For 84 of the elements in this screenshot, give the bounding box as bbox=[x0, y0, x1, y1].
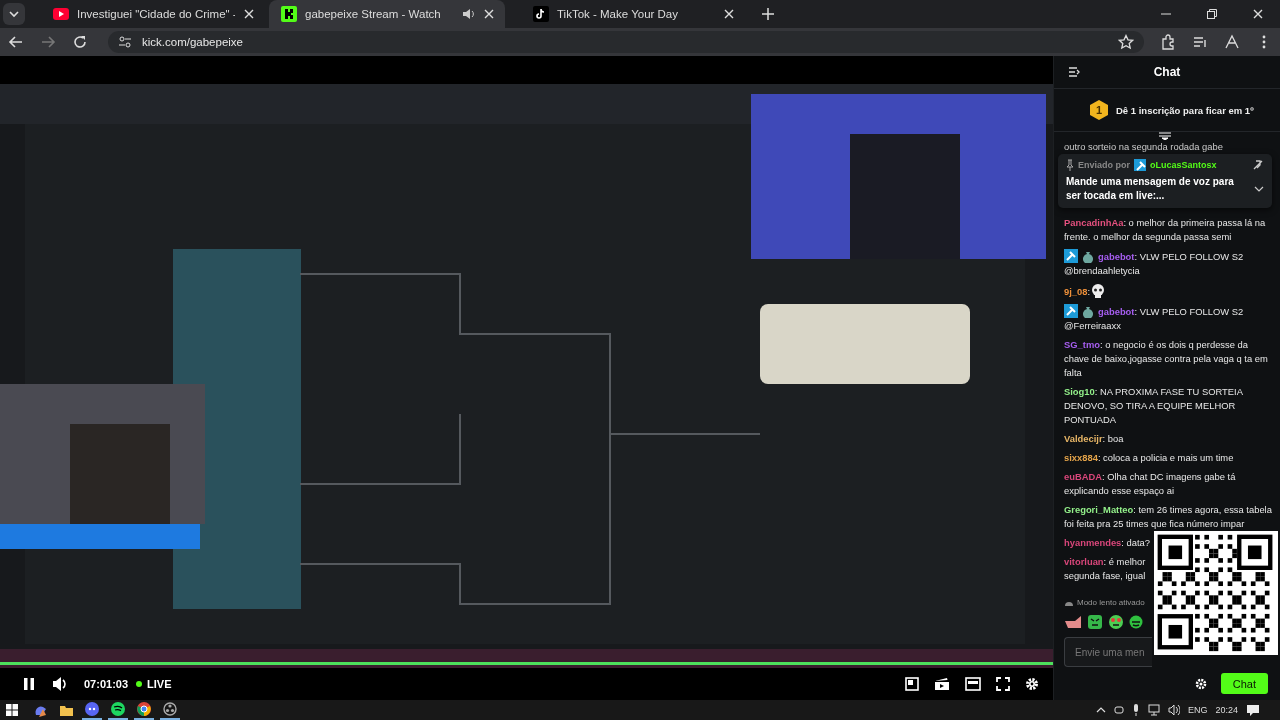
chat-message: 9j_08: bbox=[1064, 283, 1272, 299]
angry-emote-icon[interactable] bbox=[1087, 614, 1103, 630]
tab-list-icon[interactable] bbox=[3, 3, 25, 25]
new-tab-icon[interactable] bbox=[761, 7, 775, 21]
music-app-icon bbox=[111, 702, 125, 716]
chat-message: Siog10: NA PROXIMA FASE TU SORTEIA DENOVO, SO TIRA A EQUIPE MELHOR PONTUADA bbox=[1064, 385, 1244, 427]
tab-title: gabepeixe Stream - Watch bbox=[305, 8, 442, 20]
heart-eyes-emote-icon[interactable] bbox=[1108, 614, 1124, 630]
reload-icon[interactable] bbox=[72, 34, 88, 50]
microphone-icon[interactable] bbox=[1131, 704, 1140, 716]
send-chat-button[interactable]: Chat bbox=[1220, 673, 1268, 694]
site-settings-icon[interactable] bbox=[118, 35, 132, 49]
browser-tab[interactable]: TikTok - Make Your Day bbox=[509, 0, 745, 28]
expand-icon[interactable] bbox=[1254, 186, 1264, 192]
chat-message: outro sorteio na segunda rodada gabe bbox=[1064, 141, 1223, 152]
record-app-icon bbox=[163, 702, 177, 716]
restore-icon[interactable] bbox=[1206, 8, 1218, 20]
close-icon[interactable] bbox=[1252, 8, 1264, 20]
rank-badge: 1 bbox=[1090, 100, 1108, 120]
folder-icon bbox=[59, 703, 73, 717]
scroll-down-icon[interactable] bbox=[1158, 132, 1172, 140]
collapse-chat-icon[interactable] bbox=[1068, 67, 1080, 77]
hammer-badge-icon bbox=[1134, 159, 1146, 171]
volume-icon[interactable] bbox=[52, 676, 68, 692]
browser-tab[interactable]: gabepeixe Stream - Watch bbox=[269, 0, 505, 28]
note-logo-icon bbox=[533, 6, 549, 22]
address-bar[interactable]: kick.com/gabepeixe bbox=[108, 31, 1144, 53]
profile-icon[interactable] bbox=[1224, 34, 1240, 50]
chat-message: hyanmendes: data? bbox=[1064, 536, 1151, 550]
extensions-icon[interactable] bbox=[1160, 34, 1176, 50]
k-logo-icon bbox=[281, 6, 297, 22]
chat-message: sixx884: coloca a policia e mais um time bbox=[1064, 451, 1235, 465]
qr-code-icon bbox=[1154, 531, 1278, 655]
message-field[interactable]: Envie uma men bbox=[1064, 637, 1152, 667]
chat-title: Chat bbox=[1152, 65, 1182, 79]
theater-mode-icon[interactable] bbox=[965, 677, 981, 691]
pinned-label: Enviado por bbox=[1078, 160, 1130, 170]
settings-icon[interactable] bbox=[1194, 677, 1207, 690]
url-text: kick.com/gabepeixe bbox=[142, 36, 243, 48]
slow-mode-notice: Modo lento ativado bbox=[1077, 598, 1145, 607]
taskbar-app[interactable] bbox=[134, 700, 154, 720]
taskbar-app[interactable] bbox=[108, 700, 128, 720]
back-icon[interactable] bbox=[8, 34, 24, 50]
live-indicator: LIVE bbox=[136, 678, 172, 690]
smile-emote-icon[interactable] bbox=[1129, 615, 1143, 629]
taskbar-app[interactable] bbox=[82, 700, 102, 720]
pinned-text: Mande uma mensagem de voz para ser tocada em live:... bbox=[1066, 175, 1235, 203]
network-icon[interactable] bbox=[1147, 704, 1160, 716]
chat-message: Gregori_Matteo: tem 26 times agora, essa tabela foi feita pra 25 times que fica número impar bbox=[1064, 503, 1272, 531]
clock[interactable]: 20:24 bbox=[1215, 705, 1238, 715]
fullscreen-icon[interactable] bbox=[996, 677, 1010, 691]
settings-icon[interactable] bbox=[1025, 677, 1039, 691]
stream-time: 07:01:03 bbox=[84, 678, 129, 690]
close-icon[interactable] bbox=[243, 8, 255, 20]
language-indicator[interactable]: ENG bbox=[1187, 705, 1208, 715]
chat-app-icon bbox=[85, 702, 99, 716]
chat-message: gabebot: VLW PELO FOLLOW S2 @brendaahletycia bbox=[1064, 249, 1245, 278]
volume-icon[interactable] bbox=[1167, 704, 1180, 716]
skull-emote-icon bbox=[1090, 283, 1107, 299]
browser-app-icon bbox=[137, 702, 151, 716]
chevron-up-icon[interactable] bbox=[1095, 707, 1106, 713]
pinned-username: oLucasSantosx bbox=[1150, 160, 1217, 170]
clip-icon[interactable] bbox=[934, 677, 950, 691]
star-icon[interactable] bbox=[1118, 34, 1134, 50]
subscription-prompt[interactable]: Dê 1 inscrição para ficar em 1º bbox=[1116, 104, 1254, 116]
pause-icon[interactable] bbox=[22, 677, 36, 691]
mini-player-icon[interactable] bbox=[905, 677, 919, 691]
close-icon[interactable] bbox=[723, 8, 735, 20]
tab-title: TikTok - Make Your Day bbox=[557, 8, 679, 20]
chat-message: Valdecijr: boa bbox=[1064, 432, 1125, 446]
notifications-icon[interactable] bbox=[1246, 704, 1260, 716]
chat-message: SG_tmo: o negocio é os dois q perdesse da chave de baixo,jogasse contra pela vaga q ta em falta bbox=[1064, 338, 1269, 380]
play-logo-icon bbox=[53, 6, 69, 22]
chat-message: euBADA: Olha chat DC imagens gabe tá explicando esse espaço ai bbox=[1064, 470, 1237, 498]
taskbar-app[interactable] bbox=[160, 700, 180, 720]
chat-message: gabebot: VLW PELO FOLLOW S2 @Ferreiraaxx bbox=[1064, 304, 1245, 333]
chat-message: vitorluan: é melhor segunda fase, igual bbox=[1064, 555, 1147, 583]
start-icon[interactable] bbox=[6, 704, 18, 716]
speaker-icon bbox=[461, 7, 475, 21]
close-icon[interactable] bbox=[483, 8, 495, 20]
forward-icon[interactable] bbox=[40, 34, 56, 50]
pin-icon bbox=[1066, 159, 1074, 171]
chat-message: PancadinhAa: o melhor da primeira passa lá na frente. o melhor da segunda passa semi bbox=[1064, 216, 1267, 244]
media-controls-icon[interactable] bbox=[1192, 34, 1208, 50]
